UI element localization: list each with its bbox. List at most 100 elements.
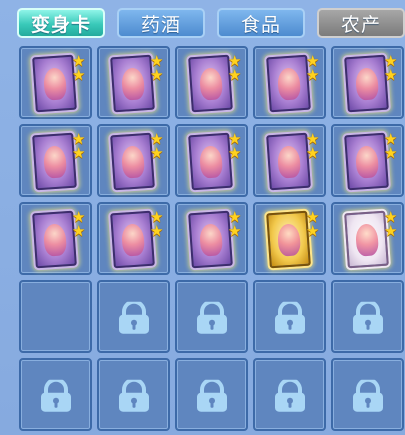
- transform-card-icon: [110, 54, 155, 113]
- character-figure-icon: [276, 223, 302, 257]
- star-rating: ★ ★: [306, 132, 322, 162]
- inventory-slot-card[interactable]: ★ ★: [97, 124, 170, 197]
- character-figure-icon: [354, 223, 380, 257]
- inventory-slot-locked[interactable]: [253, 358, 326, 431]
- character-figure-icon: [120, 223, 146, 257]
- star-icon: ★: [72, 144, 86, 162]
- character-figure-icon: [42, 223, 68, 257]
- inventory-slot-card[interactable]: ★ ★: [19, 202, 92, 275]
- inventory-slot-card[interactable]: ★ ★: [175, 124, 248, 197]
- star-rating: ★ ★: [72, 54, 88, 84]
- star-rating: ★ ★: [384, 54, 400, 84]
- lock-icon: [116, 377, 152, 413]
- lock-icon: [350, 377, 386, 413]
- star-rating: ★ ★: [306, 54, 322, 84]
- inventory-slot-locked[interactable]: [253, 280, 326, 353]
- character-figure-icon: [42, 67, 68, 101]
- star-icon: ★: [306, 144, 320, 162]
- star-icon: ★: [306, 66, 320, 84]
- star-icon: ★: [384, 144, 398, 162]
- star-rating: ★ ★: [306, 210, 322, 240]
- inventory-slot-card[interactable]: ★ ★: [175, 202, 248, 275]
- lock-icon: [272, 299, 308, 335]
- star-rating: ★ ★: [150, 210, 166, 240]
- star-icon: ★: [228, 144, 242, 162]
- star-icon: ★: [150, 66, 164, 84]
- inventory-slot-card[interactable]: ★ ★: [253, 124, 326, 197]
- transform-card-icon: [32, 210, 77, 269]
- character-figure-icon: [120, 145, 146, 179]
- star-icon: ★: [72, 222, 86, 240]
- transform-card-icon: [110, 132, 155, 191]
- lock-icon: [272, 377, 308, 413]
- character-figure-icon: [354, 67, 380, 101]
- lock-icon: [350, 299, 386, 335]
- star-rating: ★ ★: [384, 132, 400, 162]
- star-rating: ★ ★: [228, 54, 244, 84]
- character-figure-icon: [198, 223, 224, 257]
- inventory-slot-card[interactable]: ★ ★: [97, 202, 170, 275]
- inventory-slot-locked[interactable]: [331, 358, 404, 431]
- tab-medicinal-wine[interactable]: 药酒: [117, 8, 205, 38]
- star-icon: ★: [306, 222, 320, 240]
- inventory-slot-card[interactable]: ★ ★: [19, 124, 92, 197]
- inventory-slot-card[interactable]: ★ ★: [331, 124, 404, 197]
- transform-card-icon: [266, 210, 311, 269]
- inventory-slot-locked[interactable]: [19, 358, 92, 431]
- inventory-slot-card[interactable]: ★ ★: [97, 46, 170, 119]
- inventory-slot-card[interactable]: ★ ★: [331, 46, 404, 119]
- star-rating: ★ ★: [72, 210, 88, 240]
- inventory-slot-card[interactable]: ★ ★: [253, 46, 326, 119]
- transform-card-icon: [344, 210, 389, 269]
- tab-farm-produce[interactable]: 农产: [317, 8, 405, 38]
- transform-card-icon: [32, 54, 77, 113]
- character-figure-icon: [198, 67, 224, 101]
- tab-transform-card[interactable]: 变身卡: [17, 8, 105, 38]
- inventory-slot-card[interactable]: ★ ★: [175, 46, 248, 119]
- transform-card-icon: [188, 132, 233, 191]
- inventory-slot-locked[interactable]: [331, 280, 404, 353]
- inventory-slot-card[interactable]: ★ ★: [253, 202, 326, 275]
- star-icon: ★: [228, 66, 242, 84]
- star-rating: ★ ★: [384, 210, 400, 240]
- inventory-grid: ★ ★ ★ ★ ★ ★ ★ ★ ★ ★ ★ ★ ★ ★ ★ ★ ★ ★ ★ ★ ★ ★ ★ ★ ★ ★ ★ ★ ★ ★: [19, 46, 405, 435]
- star-icon: ★: [384, 66, 398, 84]
- star-icon: ★: [150, 222, 164, 240]
- lock-icon: [38, 377, 74, 413]
- star-rating: ★ ★: [72, 132, 88, 162]
- star-rating: ★ ★: [228, 210, 244, 240]
- star-icon: ★: [150, 144, 164, 162]
- character-figure-icon: [276, 67, 302, 101]
- character-figure-icon: [354, 145, 380, 179]
- lock-icon: [194, 377, 230, 413]
- transform-card-icon: [266, 54, 311, 113]
- star-rating: ★ ★: [228, 132, 244, 162]
- star-rating: ★ ★: [150, 54, 166, 84]
- tab-food[interactable]: 食品: [217, 8, 305, 38]
- character-figure-icon: [198, 145, 224, 179]
- transform-card-icon: [344, 132, 389, 191]
- category-tabs: 变身卡 药酒 食品 农产: [0, 0, 405, 44]
- character-figure-icon: [42, 145, 68, 179]
- transform-card-icon: [188, 210, 233, 269]
- lock-icon: [116, 299, 152, 335]
- inventory-slot-empty[interactable]: [19, 280, 92, 353]
- transform-card-icon: [266, 132, 311, 191]
- star-rating: ★ ★: [150, 132, 166, 162]
- transform-card-icon: [188, 54, 233, 113]
- inventory-slot-card[interactable]: ★ ★: [331, 202, 404, 275]
- star-icon: ★: [384, 222, 398, 240]
- star-icon: ★: [72, 66, 86, 84]
- character-figure-icon: [120, 67, 146, 101]
- character-figure-icon: [276, 145, 302, 179]
- transform-card-icon: [110, 210, 155, 269]
- transform-card-icon: [32, 132, 77, 191]
- inventory-slot-card[interactable]: ★ ★: [19, 46, 92, 119]
- lock-icon: [194, 299, 230, 335]
- inventory-slot-locked[interactable]: [97, 280, 170, 353]
- star-icon: ★: [228, 222, 242, 240]
- transform-card-icon: [344, 54, 389, 113]
- inventory-slot-locked[interactable]: [97, 358, 170, 431]
- inventory-slot-locked[interactable]: [175, 358, 248, 431]
- inventory-slot-locked[interactable]: [175, 280, 248, 353]
